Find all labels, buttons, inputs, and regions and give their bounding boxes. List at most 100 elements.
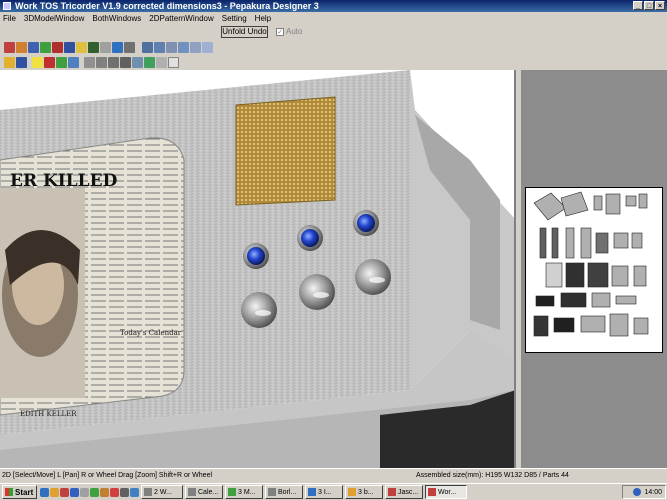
cut-icon[interactable] (100, 41, 111, 53)
cube-icon[interactable] (44, 56, 55, 68)
taskbar: Start 2 W... Cale... 3 M... Borl... 3 I.… (0, 483, 667, 500)
minimize-button[interactable]: _ (633, 1, 643, 10)
quick-launch-pdf-icon[interactable] (110, 487, 119, 497)
pan-icon[interactable] (16, 41, 27, 53)
quick-launch-excel-icon[interactable] (90, 487, 99, 497)
paint-icon[interactable] (52, 41, 63, 53)
shade-icon[interactable] (76, 41, 87, 53)
pencil-icon[interactable] (108, 56, 119, 68)
select-icon[interactable] (4, 41, 15, 53)
rotate-icon[interactable] (112, 41, 123, 53)
title-bar: Work TOS Tricorder V1.9 corrected dimens… (0, 0, 667, 12)
quick-launch-folder-icon[interactable] (50, 487, 59, 497)
start-button[interactable]: Start (2, 485, 37, 499)
taskbar-item-ie[interactable]: 3 I... (305, 485, 343, 499)
start-label: Start (15, 487, 34, 497)
task-label: Wor... (438, 488, 457, 496)
unfold-row: Unfold Undo ✓ Auto (0, 25, 667, 39)
color-icon[interactable] (144, 56, 155, 68)
fold-icon[interactable] (68, 56, 79, 68)
layout-icon[interactable] (166, 41, 177, 53)
clock[interactable]: 14:00 (644, 489, 662, 496)
quick-launch-desktop-icon[interactable] (80, 487, 89, 497)
task-label: 2 W... (154, 488, 172, 496)
quick-launch-paint-icon[interactable] (100, 487, 109, 497)
ie-icon (308, 488, 316, 496)
quick-launch-ie-icon[interactable] (40, 487, 49, 497)
view-icon[interactable] (154, 41, 165, 53)
task-label: Borl... (278, 488, 297, 496)
menu-2d-pattern-window[interactable]: 2DPatternWindow (149, 14, 213, 23)
page-icon[interactable] (178, 41, 189, 53)
taskbar-item-jasc[interactable]: Jasc... (385, 485, 423, 499)
calendar-icon (188, 488, 196, 496)
quick-launch-app-icon[interactable] (60, 487, 69, 497)
edge-icon[interactable] (84, 56, 95, 68)
newspaper-headline: ER KILLED (10, 171, 118, 191)
taskbar-item-borland[interactable]: Borl... (265, 485, 303, 499)
menu-3d-model-window[interactable]: 3DModelWindow (24, 14, 84, 23)
auto-checkbox[interactable]: ✓ Auto (276, 27, 302, 36)
task-label: 3 b... (358, 488, 374, 496)
sheet-icon[interactable] (168, 56, 179, 68)
unfolded-parts (533, 191, 649, 337)
flap-icon[interactable] (88, 41, 99, 53)
toolbar-bottom (0, 55, 179, 69)
pattern-sheet (525, 187, 663, 353)
menu-both-windows[interactable]: BothWindows (92, 14, 141, 23)
undo-icon[interactable] (124, 41, 135, 53)
taskbar-item-calendar[interactable]: Cale... (185, 485, 223, 499)
3d-model-render: ER KILLED Today's Calendar EDITH KELLER (0, 70, 514, 468)
window-title: Work TOS Tricorder V1.9 corrected dimens… (15, 1, 319, 11)
jasc-icon (388, 488, 396, 496)
toolbar-top (0, 40, 213, 54)
quick-launch-tool-icon[interactable] (120, 487, 129, 497)
system-tray: 14:00 (622, 485, 666, 499)
task-label: Jasc... (398, 488, 419, 496)
maximize-button[interactable]: □ (644, 1, 654, 10)
frame-icon[interactable] (156, 56, 167, 68)
move-icon[interactable] (56, 56, 67, 68)
3d-model-window[interactable]: ER KILLED Today's Calendar EDITH KELLER (0, 70, 516, 468)
taskbar-item-word[interactable]: 2 W... (141, 485, 183, 499)
task-label: 3 I... (318, 488, 332, 496)
anchor-icon[interactable] (120, 56, 131, 68)
light-icon[interactable] (32, 56, 43, 68)
task-label: 3 M... (238, 488, 256, 496)
menu-file[interactable]: File (3, 14, 16, 23)
newspaper-caption-calendar: Today's Calendar (120, 329, 182, 337)
close-button[interactable]: × (655, 1, 665, 10)
menu-help[interactable]: Help (255, 14, 271, 23)
open-icon[interactable] (4, 56, 15, 68)
browser-icon (348, 488, 356, 496)
speaker-grill (235, 96, 336, 206)
link-icon[interactable] (132, 56, 143, 68)
auto-label: Auto (286, 27, 303, 36)
join-icon[interactable] (40, 41, 51, 53)
status-bar: 2D [Select/Move] L [Pan] R or Wheel Drag… (0, 468, 667, 482)
menu-setting[interactable]: Setting (222, 14, 247, 23)
quick-launch-word-icon[interactable] (70, 487, 79, 497)
excel-icon (228, 488, 236, 496)
pepakura-icon (428, 488, 436, 496)
fit-icon[interactable] (142, 41, 153, 53)
edit-icon[interactable] (28, 41, 39, 53)
print-icon[interactable] (190, 41, 201, 53)
app-icon (3, 2, 11, 10)
save-icon[interactable] (16, 56, 27, 68)
2d-pattern-window[interactable] (521, 70, 667, 468)
word-icon (144, 488, 152, 496)
newspaper-caption-name: EDITH KELLER (20, 410, 77, 418)
tray-network-icon[interactable] (633, 488, 642, 496)
taskbar-item-browser[interactable]: 3 b... (345, 485, 383, 499)
quick-launch-web-icon[interactable] (130, 487, 139, 497)
task-label: Cale... (198, 488, 219, 496)
windows-logo-icon (5, 488, 13, 496)
taskbar-item-excel[interactable]: 3 M... (225, 485, 263, 499)
window-icon[interactable] (202, 41, 213, 53)
unfold-undo-button[interactable]: Unfold Undo (221, 26, 268, 38)
status-hint: 2D [Select/Move] L [Pan] R or Wheel Drag… (2, 472, 213, 479)
texture-icon[interactable] (64, 41, 75, 53)
line-icon[interactable] (96, 56, 107, 68)
taskbar-item-pepakura[interactable]: Wor... (425, 485, 467, 499)
